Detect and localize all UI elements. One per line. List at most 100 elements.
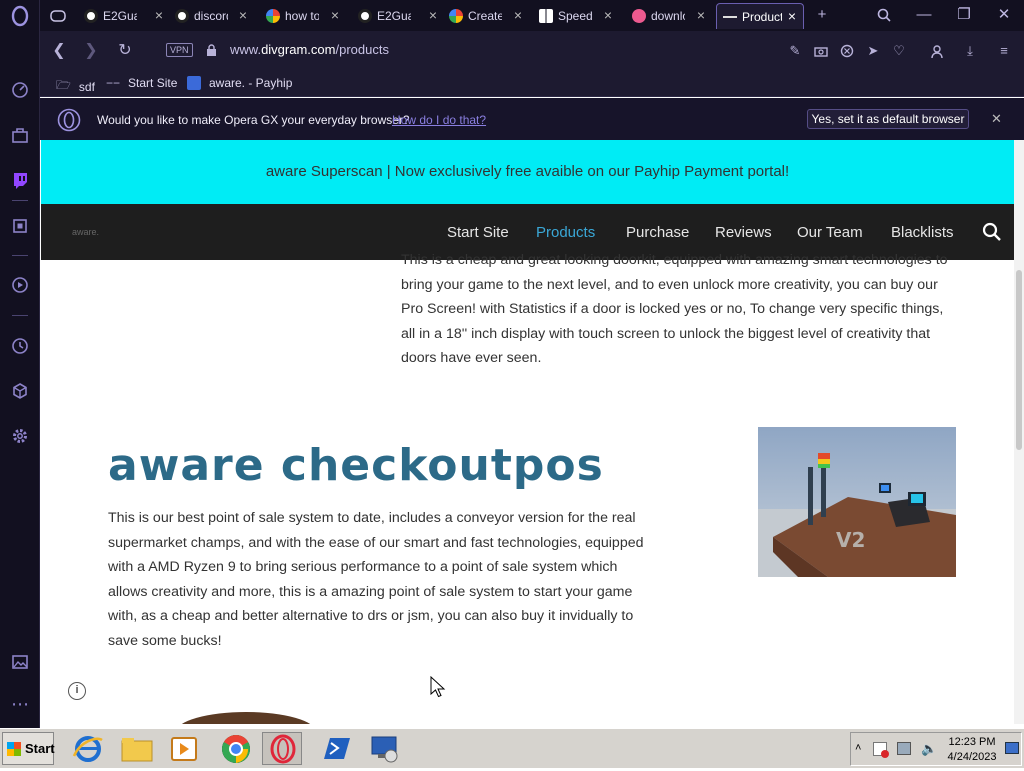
how-do-i-link[interactable]: How do I do that? [392,113,486,127]
powershell-icon[interactable] [316,732,356,765]
nav-products[interactable]: Products [536,224,595,241]
tab-3[interactable]: E2Guar × [358,3,440,29]
scrollbar-thumb[interactable] [1016,270,1022,450]
tab-1[interactable]: discord × [175,3,250,29]
back-icon[interactable]: ❮ [48,40,70,62]
gx-tab-icon[interactable] [50,3,72,29]
nav-reviews[interactable]: Reviews [715,224,772,241]
close-tab-icon[interactable]: × [426,8,440,22]
close-tab-icon[interactable]: × [601,8,615,22]
adblock-icon[interactable] [838,42,856,60]
reload-icon[interactable]: ↻ [114,40,136,62]
player-icon[interactable] [8,273,32,297]
opera-gx-logo-icon [57,108,81,137]
cpu-limiter-icon[interactable] [8,214,32,238]
media-player-icon[interactable] [164,732,204,765]
remote-desktop-icon[interactable] [364,732,404,765]
lock-icon[interactable] [200,40,222,62]
heart-icon[interactable]: ♡ [890,42,908,60]
show-hidden-icons[interactable]: ˄ [855,742,861,754]
payhip-icon [187,76,201,90]
new-tab-button[interactable]: + [810,4,834,26]
google-icon [449,9,463,23]
bookmark-start-site[interactable]: −− Start Site [106,76,177,90]
restore-button[interactable]: ❐ [952,4,976,26]
grid-icon [539,9,553,23]
tab-0[interactable]: E2Guar × [84,3,166,29]
url-field[interactable]: www.divgram.com/products [230,42,389,57]
opera-sidebar: ⋯ [0,0,40,728]
product-image[interactable]: V2 [758,427,956,577]
history-icon[interactable] [8,334,32,358]
site-logo[interactable]: aware. [72,227,99,237]
camera-icon[interactable] [812,42,830,60]
tab-5[interactable]: Speed × [539,3,615,29]
tab-search-icon[interactable] [872,4,896,26]
start-button[interactable]: Start [2,732,55,765]
image-icon[interactable] [8,650,32,674]
bookmark-aware-payhip[interactable]: aware. - Payhip [187,76,292,90]
volume-muted-icon[interactable]: 🔈 [921,741,937,757]
tab-4[interactable]: Create × [449,3,525,29]
globe-icon [84,9,98,23]
product-description: This is our best point of sale system to… [108,510,644,649]
download-site-icon [632,9,646,23]
svg-text:V2: V2 [836,528,865,552]
download-icon[interactable]: ⤓ [961,42,979,60]
product-title: aware checkoutpos [108,440,604,491]
system-tray: ˄ 🔈 12:23 PM 4/24/2023 [850,732,1022,766]
promo-banner[interactable]: aware Superscan | Now exclusively free a… [41,140,1014,204]
close-notification-icon[interactable]: ✕ [991,111,1002,127]
site-search-icon[interactable] [982,222,1002,242]
close-tab-icon[interactable]: × [785,9,799,23]
network-icon[interactable] [897,742,911,755]
edit-icon[interactable]: ✎ [786,42,804,60]
bookmark-folder-sdf[interactable]: 🗁 sdf [56,76,95,97]
nav-blacklists[interactable]: Blacklists [891,224,954,241]
info-icon[interactable]: i [68,682,86,700]
forward-icon[interactable]: ❯ [80,40,102,62]
close-window-button[interactable]: ✕ [992,4,1016,26]
vpn-badge[interactable]: VPN [166,43,193,57]
close-tab-icon[interactable]: × [236,8,250,22]
opera-gx-taskbar-icon[interactable] [262,732,302,765]
more-dots-icon[interactable]: ⋯ [8,692,32,716]
dash-icon: −− [106,76,121,90]
close-tab-icon[interactable]: × [328,8,342,22]
close-tab-icon[interactable]: × [694,8,708,22]
extensions-cube-icon[interactable] [8,379,32,403]
close-tab-icon[interactable]: × [511,8,525,22]
next-product-image [176,712,316,724]
clock[interactable]: 12:23 PM 4/24/2023 [941,735,1003,765]
speed-dial-icon[interactable] [8,78,32,102]
tab-2[interactable]: how to × [266,3,342,29]
mouse-cursor-icon [430,676,446,698]
gx-corner-icon[interactable] [8,123,32,147]
chrome-icon[interactable] [216,732,256,765]
page-scrollbar[interactable] [1014,140,1024,724]
globe-icon [175,9,189,23]
nav-start-site[interactable]: Start Site [447,224,509,241]
file-explorer-icon[interactable] [117,732,157,765]
show-desktop-icon[interactable] [1005,742,1019,754]
close-tab-icon[interactable]: × [152,8,166,22]
twitch-icon[interactable] [8,168,32,192]
set-default-button[interactable]: Yes, set it as default browser [807,109,969,129]
nav-our-team[interactable]: Our Team [797,224,863,241]
easy-setup-icon[interactable]: ≡ [995,42,1013,60]
default-browser-bar: Would you like to make Opera GX your eve… [40,98,1024,140]
minimize-button[interactable]: — [912,4,936,26]
tab-6[interactable]: downlo × [632,3,708,29]
notification-text: Would you like to make Opera GX your eve… [97,113,410,127]
account-icon[interactable] [928,42,946,60]
nav-purchase[interactable]: Purchase [626,224,689,241]
internet-explorer-icon[interactable] [68,732,108,765]
tab-7-active[interactable]: Product × [716,3,804,29]
windows-taskbar: Start ˄ 🔈 12:23 PM 4/24/2023 [0,728,1024,768]
flag-icon[interactable] [873,742,889,758]
site-icon [723,15,737,18]
opera-menu-icon[interactable] [8,4,32,28]
google-icon [266,9,280,23]
settings-gear-icon[interactable] [8,424,32,448]
send-icon[interactable]: ➤ [864,42,882,60]
